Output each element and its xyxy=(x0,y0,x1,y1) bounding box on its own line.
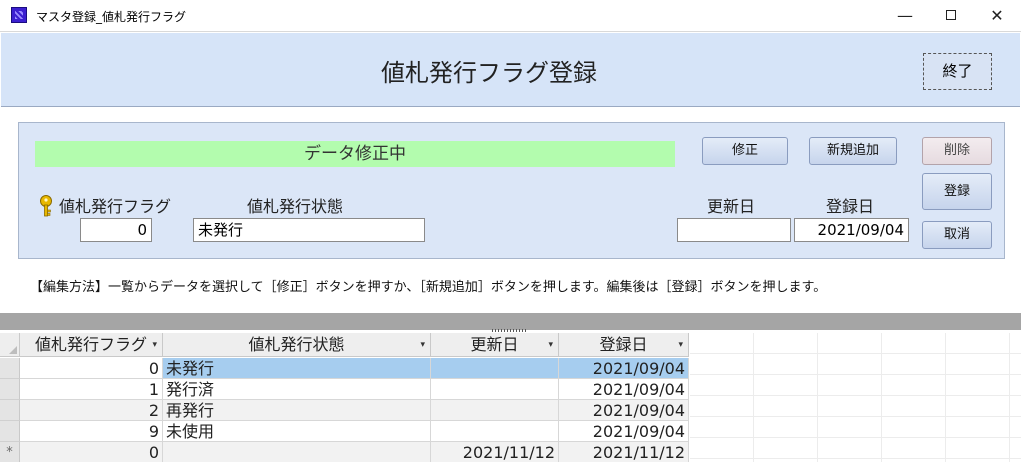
cell-status[interactable]: 再発行 xyxy=(163,400,431,421)
flag-label: 値札発行フラグ xyxy=(59,197,172,216)
cell-status[interactable]: 発行済 xyxy=(163,379,431,400)
cell-updated[interactable]: 2021/11/12 xyxy=(431,442,559,462)
cell-flag[interactable]: 2 xyxy=(20,400,163,421)
cell-created[interactable]: 2021/09/04 xyxy=(559,358,689,379)
column-header-label: 登録日 xyxy=(599,335,648,354)
maximize-button[interactable] xyxy=(928,0,974,31)
cell-created[interactable]: 2021/09/04 xyxy=(559,421,689,442)
status-banner: データ修正中 xyxy=(35,141,675,167)
chevron-down-icon[interactable]: ▾ xyxy=(420,333,425,357)
cell-flag[interactable]: 0 xyxy=(20,358,163,379)
created-date-label: 登録日 xyxy=(826,197,875,216)
instructions-text: 【編集方法】一覧からデータを選択して［修正］ボタンを押すか、［新規追加］ボタンを… xyxy=(30,280,827,295)
row-selector[interactable] xyxy=(0,400,20,421)
new-record-row[interactable]: * 0 2021/11/12 2021/11/12 xyxy=(0,442,690,462)
cell-flag[interactable]: 9 xyxy=(20,421,163,442)
cell-created[interactable]: 2021/11/12 xyxy=(559,442,689,462)
app-icon xyxy=(11,7,27,23)
datasheet-empty-area xyxy=(690,333,1021,462)
updated-date-label: 更新日 xyxy=(707,197,756,216)
delete-button[interactable]: 削除 xyxy=(922,137,992,165)
cell-created[interactable]: 2021/09/04 xyxy=(559,379,689,400)
minimize-button[interactable]: — xyxy=(882,0,928,31)
title-bar: マスタ登録_値札発行フラグ — ✕ xyxy=(0,0,1021,32)
table-row[interactable]: 0 未発行 2021/09/04 xyxy=(0,358,690,379)
column-header-created[interactable]: 登録日 ▾ xyxy=(559,333,689,357)
splitter-grip[interactable] xyxy=(492,329,528,332)
new-record-button[interactable]: 新規追加 xyxy=(809,137,897,165)
new-record-marker[interactable]: * xyxy=(0,442,20,462)
column-header-label: 値札発行状態 xyxy=(248,335,345,354)
created-date-field[interactable]: 2021/09/04 xyxy=(794,218,909,242)
window-title: マスタ登録_値札発行フラグ xyxy=(36,10,187,24)
close-button[interactable]: ✕ xyxy=(974,0,1020,31)
detail-panel: データ修正中 修正 新規追加 削除 登録 取消 値札発行フラグ 値札発行状態 更… xyxy=(18,122,1005,259)
maximize-icon xyxy=(946,10,956,20)
cancel-button[interactable]: 取消 xyxy=(922,221,992,249)
row-selector[interactable] xyxy=(0,421,20,442)
column-header-status[interactable]: 値札発行状態 ▾ xyxy=(163,333,431,357)
column-header-label: 値札発行フラグ xyxy=(34,335,147,354)
cell-updated[interactable] xyxy=(431,358,559,379)
cell-status[interactable]: 未発行 xyxy=(163,358,431,379)
select-all-button[interactable] xyxy=(0,333,20,357)
form-title: 値札発行フラグ登録 xyxy=(381,59,597,87)
key-icon xyxy=(40,195,52,217)
table-row[interactable]: 9 未使用 2021/09/04 xyxy=(0,421,690,442)
datasheet: 値札発行フラグ ▾ 値札発行状態 ▾ 更新日 ▾ 登録日 ▾ 0 未発行 202… xyxy=(0,333,1021,462)
chevron-down-icon[interactable]: ▾ xyxy=(152,333,157,357)
row-selector[interactable] xyxy=(0,379,20,400)
status-label: 値札発行状態 xyxy=(247,197,344,216)
cell-updated[interactable] xyxy=(431,379,559,400)
cell-created[interactable]: 2021/09/04 xyxy=(559,400,689,421)
column-header-label: 更新日 xyxy=(470,335,519,354)
cell-flag[interactable]: 1 xyxy=(20,379,163,400)
row-selector[interactable] xyxy=(0,358,20,379)
chevron-down-icon[interactable]: ▾ xyxy=(548,333,553,357)
column-header-updated[interactable]: 更新日 ▾ xyxy=(431,333,559,357)
column-header-flag[interactable]: 値札発行フラグ ▾ xyxy=(20,333,163,357)
status-field[interactable]: 未発行 xyxy=(193,218,425,242)
edit-button[interactable]: 修正 xyxy=(702,137,788,165)
cell-status[interactable] xyxy=(163,442,431,462)
splitter-bar[interactable] xyxy=(0,313,1021,332)
form-header: 値札発行フラグ登録 終了 xyxy=(1,33,1020,107)
cell-flag[interactable]: 0 xyxy=(20,442,163,462)
exit-button[interactable]: 終了 xyxy=(923,53,992,90)
table-row[interactable]: 1 発行済 2021/09/04 xyxy=(0,379,690,400)
updated-date-field[interactable] xyxy=(677,218,791,242)
cell-updated[interactable] xyxy=(431,400,559,421)
cell-status[interactable]: 未使用 xyxy=(163,421,431,442)
cell-updated[interactable] xyxy=(431,421,559,442)
chevron-down-icon[interactable]: ▾ xyxy=(678,333,683,357)
flag-field[interactable]: 0 xyxy=(80,218,152,242)
register-button[interactable]: 登録 xyxy=(922,173,992,210)
table-row[interactable]: 2 再発行 2021/09/04 xyxy=(0,400,690,421)
